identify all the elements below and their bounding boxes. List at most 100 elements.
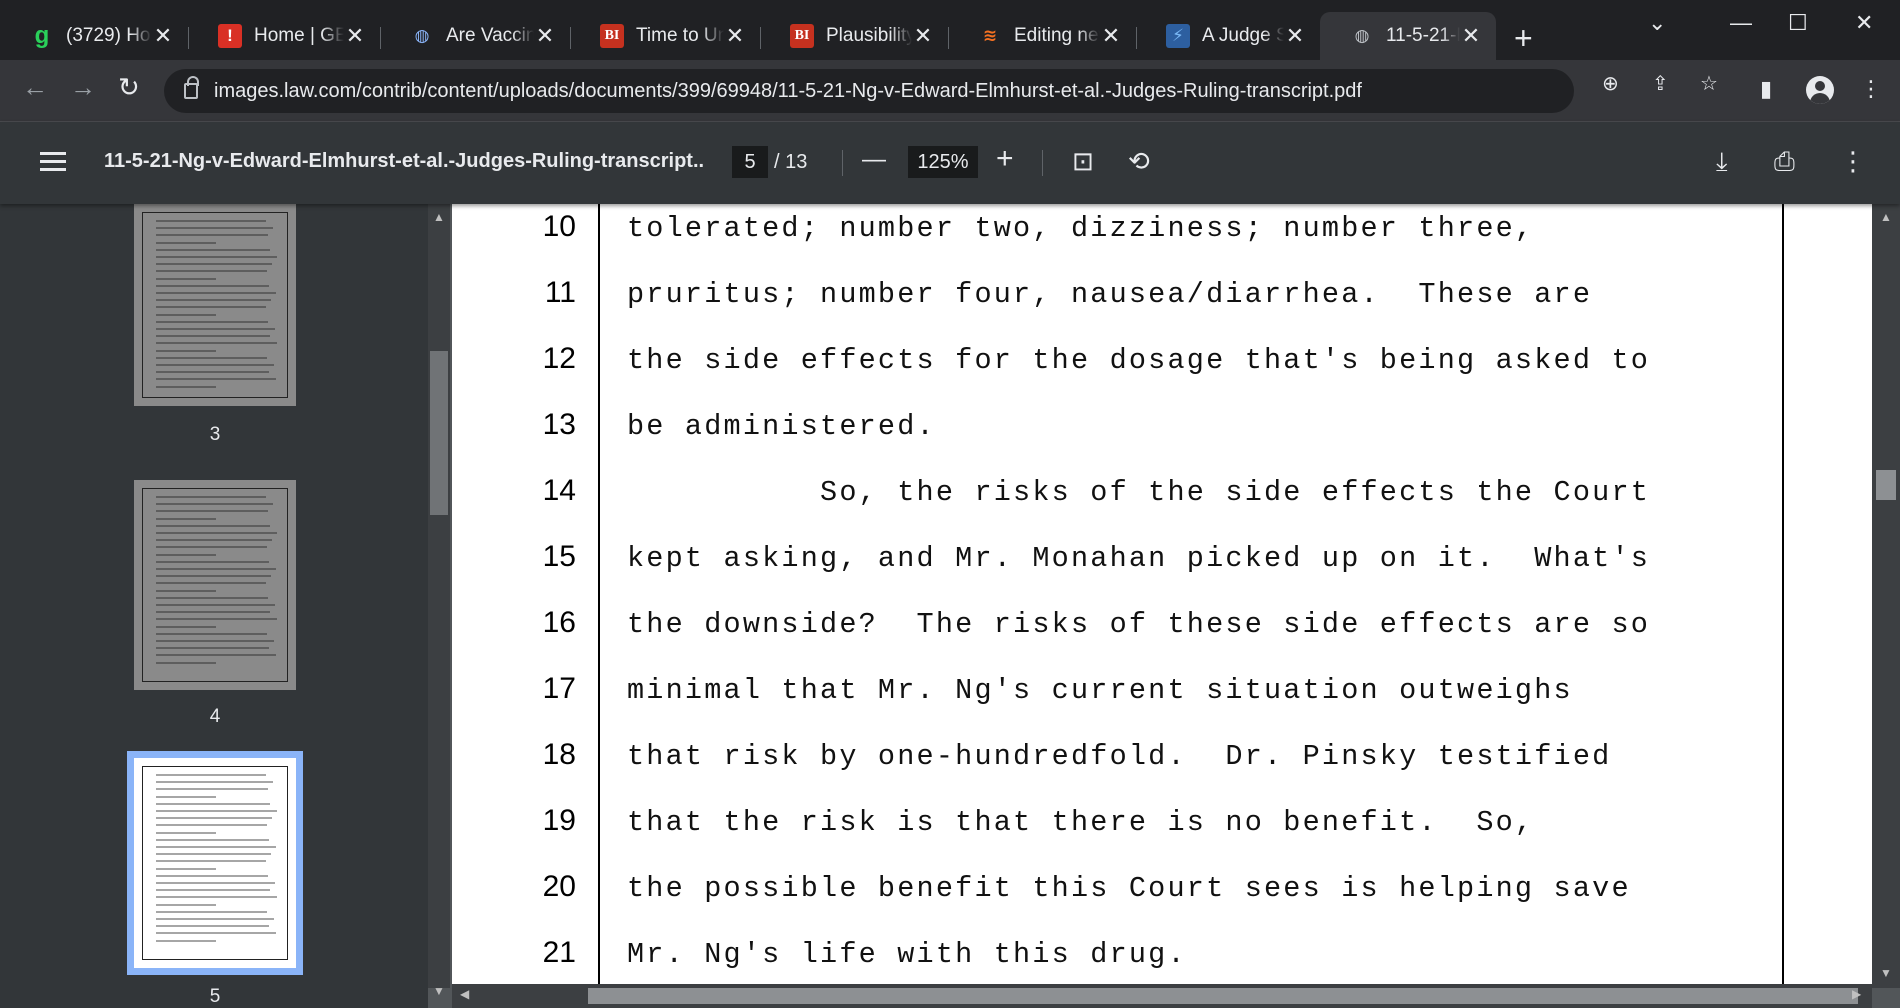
thumbnail-text-line — [156, 256, 277, 258]
divider — [842, 150, 843, 176]
thumbnail-text-line — [156, 831, 216, 834]
page-number-input[interactable]: 5 — [732, 146, 768, 178]
more-actions-icon[interactable]: ⋮ — [1840, 148, 1866, 174]
browser-tab[interactable]: ◍ Are Vaccine✕ — [380, 12, 570, 60]
browser-tab[interactable]: ◍ 11-5-21-Ng✕ — [1320, 12, 1496, 60]
thumbnail-text-line — [156, 802, 270, 805]
zoom-in-button[interactable]: + — [996, 144, 1014, 174]
document-horizontal-scrollbar[interactable]: ◀ ▶ — [452, 984, 1872, 1008]
thumbnail-text-line — [156, 263, 272, 266]
transcript-line-text: be administered. — [627, 410, 936, 443]
scroll-up-arrow[interactable]: ▲ — [1880, 210, 1892, 224]
tab-close-icon[interactable]: ✕ — [152, 23, 174, 49]
tab-separator — [760, 27, 761, 49]
tab-close-icon[interactable]: ✕ — [534, 23, 556, 49]
thumbnail-text-line — [156, 539, 272, 542]
browser-tab[interactable]: ≋ Editing new✕ — [948, 12, 1136, 60]
reload-button[interactable]: ↻ — [118, 74, 140, 100]
tab-close-icon[interactable]: ✕ — [1284, 23, 1306, 49]
back-button[interactable]: ← — [22, 74, 48, 100]
thumbnail-text-line — [156, 356, 267, 359]
browser-toolbar: ← → ↻ images.law.com/contrib/content/upl… — [0, 60, 1900, 122]
lock-icon[interactable] — [184, 76, 199, 99]
tab-separator — [1136, 27, 1137, 49]
thumbnail-sidebar[interactable]: 3 4 5 — [0, 204, 428, 1008]
transcript-line-text: tolerated; number two, dizziness; number… — [627, 212, 1535, 245]
fit-page-icon[interactable]: ⊡ — [1072, 148, 1094, 174]
thumbnail-text-line — [156, 860, 266, 863]
sidebar-scrollbar[interactable]: ▲ ▼ — [428, 204, 450, 998]
minimize-button[interactable]: — — [1730, 10, 1752, 36]
zoom-icon[interactable]: ⊕ — [1602, 71, 1619, 96]
browser-tab[interactable]: BI Time to Unr✕ — [570, 12, 760, 60]
document-vertical-scrollbar[interactable]: ▲ ▼ — [1872, 204, 1900, 988]
browser-tab[interactable]: ! Home | GET✕ — [188, 12, 380, 60]
thumbnail-text-line — [156, 582, 266, 585]
profile-avatar[interactable] — [1806, 76, 1834, 104]
browser-tab[interactable]: ⚡ A Judge Sta✕ — [1136, 12, 1320, 60]
page-thumbnail[interactable] — [127, 751, 303, 975]
browser-tab[interactable]: g (3729) Hom✕ — [0, 12, 188, 60]
zoom-level-input[interactable]: 125% — [908, 146, 978, 178]
scroll-up-arrow[interactable]: ▲ — [433, 210, 445, 224]
scroll-right-arrow[interactable]: ▶ — [1852, 987, 1861, 1001]
line-number: 13 — [542, 408, 576, 441]
url-text[interactable]: images.law.com/contrib/content/uploads/d… — [214, 80, 1444, 103]
thumbnail-text-line — [156, 774, 266, 776]
thumbnail-text-line — [156, 328, 275, 330]
thumbnail-text-line — [156, 227, 273, 230]
scrollbar-thumb[interactable] — [430, 351, 448, 515]
browser-menu-icon[interactable]: ⋮ — [1860, 76, 1882, 102]
tab-favicon-icon: BI — [790, 24, 814, 48]
tab-separator — [948, 27, 949, 49]
rotate-icon[interactable]: ⟲ — [1128, 148, 1150, 174]
scrollbar-thumb[interactable] — [1876, 470, 1896, 500]
thumbnail-text-line — [156, 853, 271, 856]
tab-title: Time to Unr — [636, 25, 724, 46]
thumbnail-page-number: 5 — [209, 986, 221, 1007]
tab-favicon-icon: ! — [218, 24, 242, 48]
side-panel-icon[interactable]: ▮ — [1760, 76, 1772, 102]
scrollbar-thumb[interactable] — [588, 988, 1858, 1004]
download-icon[interactable]: ⤓ — [1716, 148, 1728, 174]
maximize-button[interactable]: ☐ — [1788, 10, 1808, 36]
tab-search-button[interactable]: ⌄ — [1648, 10, 1666, 36]
tab-close-icon[interactable]: ✕ — [344, 23, 366, 49]
tab-separator — [188, 27, 189, 49]
scroll-down-arrow[interactable]: ▼ — [1880, 966, 1892, 980]
thumbnail-text-line — [156, 874, 268, 877]
browser-tab[interactable]: BI Plausibility ✕ — [760, 12, 948, 60]
tab-close-icon[interactable]: ✕ — [1460, 23, 1482, 49]
line-number: 12 — [542, 342, 576, 375]
page-thumbnail[interactable] — [134, 480, 296, 690]
forward-button[interactable]: → — [70, 74, 96, 100]
share-icon[interactable]: ⇪ — [1652, 71, 1669, 96]
tab-close-icon[interactable]: ✕ — [912, 23, 934, 49]
tab-title: A Judge Sta — [1202, 25, 1284, 46]
zoom-out-button[interactable]: — — [862, 148, 886, 172]
new-tab-button[interactable]: + — [1514, 22, 1533, 54]
scroll-left-arrow[interactable]: ◀ — [460, 987, 469, 1001]
tab-close-icon[interactable]: ✕ — [1100, 23, 1122, 49]
print-icon[interactable]: ⎙ — [1774, 148, 1795, 174]
pdf-toolbar: 11-5-21-Ng-v-Edward-Elmhurst-et-al.-Judg… — [0, 122, 1900, 204]
tab-favicon-icon: g — [34, 22, 50, 49]
thumbnail-text-line — [156, 788, 268, 791]
thumbnail-text-line — [156, 838, 269, 841]
thumbnail-page-number: 4 — [209, 706, 221, 727]
menu-icon[interactable] — [40, 152, 66, 172]
tab-separator — [570, 27, 571, 49]
page-thumbnail[interactable] — [134, 204, 296, 406]
bookmark-star-icon[interactable]: ☆ — [1700, 71, 1718, 96]
line-number: 15 — [542, 540, 576, 573]
tab-favicon-icon: ◍ — [414, 26, 430, 45]
close-window-button[interactable]: ✕ — [1855, 10, 1873, 36]
scroll-down-arrow[interactable]: ▼ — [433, 984, 445, 998]
thumbnail-text-line — [156, 568, 276, 570]
thumbnail-text-line — [156, 882, 275, 884]
thumbnail-text-line — [156, 378, 276, 381]
tab-close-icon[interactable]: ✕ — [724, 23, 746, 49]
address-bar[interactable]: images.law.com/contrib/content/uploads/d… — [164, 69, 1574, 113]
tab-title: (3729) Hom — [66, 25, 152, 46]
thumbnail-text-line — [156, 781, 273, 784]
